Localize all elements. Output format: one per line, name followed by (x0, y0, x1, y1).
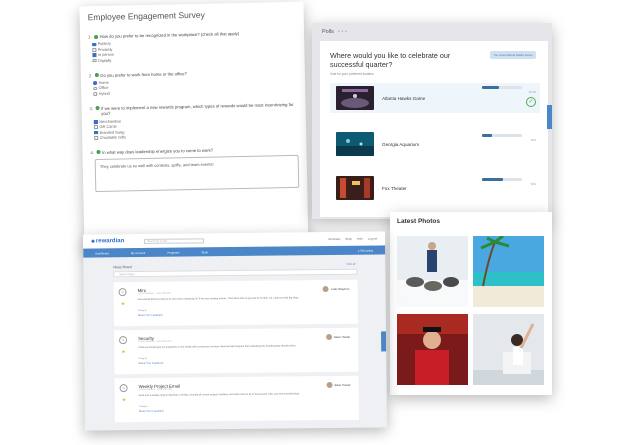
dots-icon: • • • (337, 29, 347, 35)
idea-author: Steve Theriap (326, 381, 351, 389)
nav-item[interactable]: Shop (201, 250, 208, 254)
theater-photo (336, 176, 374, 200)
idea-category: Category (137, 309, 147, 313)
polls-card: Polls • • • Where would you like to celeb… (312, 23, 552, 219)
idea-author: Justin Strayhorn (322, 286, 350, 293)
poll-panel: Where would you like to celebrate our su… (320, 41, 548, 217)
poll-percent: 25% (530, 139, 536, 142)
header-link[interactable]: Shop (345, 237, 352, 241)
idea-body: How should Eli know what to do next sinc… (137, 296, 300, 302)
poll-bar-fill (482, 134, 492, 137)
sled-dogs-photo[interactable] (397, 236, 468, 307)
idea-card[interactable]: ? ★ Security 3 Good Question · June 14th… (113, 327, 359, 375)
idea-meta: 1 Good Question · June 14th 2022 (138, 388, 173, 392)
idea-meta: 1 Good Question · June 14th 2022 (137, 292, 172, 296)
answer-textarea[interactable]: They celebrate us so well with contests,… (94, 155, 300, 193)
header-links: Nominate Shop Help Log out (328, 237, 377, 242)
survey-question-4: 4. In what way does leadership energize y… (90, 146, 300, 193)
poll-question: Where would you like to celebrate our su… (330, 51, 451, 69)
beach-photo[interactable] (473, 236, 544, 307)
lightbulb-icon: ? (119, 336, 128, 345)
poll-option[interactable]: Fox Theater 52% (330, 173, 540, 203)
photos-title: Latest Photos (397, 218, 440, 225)
checkmark-icon: ✓ (526, 97, 536, 107)
view-all-link[interactable]: View all (346, 263, 355, 266)
main-nav: Dashboard My Account Programs Shop 1,045… (83, 245, 386, 258)
idea-card[interactable]: ? ★ Weekly Project Email 1 Good Question… (114, 375, 359, 423)
office-celebration-photo[interactable] (473, 314, 544, 385)
avatar (322, 286, 329, 293)
poll-bar (482, 178, 522, 181)
lightbulb-icon: ? (118, 288, 127, 297)
vote-button[interactable]: You voted Atlanta Hawks Game (490, 51, 536, 59)
survey-question-2: 2. Do you prefer to work from home or the… (89, 68, 297, 96)
poll-option-name: Georgia Aquarium (382, 141, 420, 147)
avatar (325, 333, 332, 341)
header-link[interactable]: Help (357, 237, 363, 241)
survey-question-3: 3. If we were to implement a new rewards … (90, 102, 299, 140)
poll-option-name: Fox Theater (382, 185, 407, 191)
survey-card: Employee Engagement Survey 1. How do you … (79, 1, 309, 253)
poll-subtitle: Vote for your preferred location (330, 72, 374, 76)
latest-photos-card: Latest Photos (390, 212, 552, 395)
share-feedback-link[interactable]: Share Your Feedback (138, 314, 163, 317)
idea-body: Send and a weekly email on Monday or Fri… (138, 392, 300, 398)
share-feedback-link[interactable]: Share Your Feedback (138, 362, 163, 365)
lightbulb-icon: ? (119, 384, 128, 393)
star-icon[interactable]: ★ (121, 301, 126, 307)
idea-category: Category (138, 405, 148, 409)
ideas-board-title: Ideas Board (113, 265, 132, 270)
rewardian-logo-icon: ◆ (91, 238, 95, 245)
header-link[interactable]: Log out (368, 237, 377, 241)
nav-item[interactable]: Programs (167, 250, 179, 254)
poll-bar-fill (482, 86, 499, 89)
idea-body: I think we should give our employees 2 f… (138, 344, 296, 350)
poll-percent: 52% (530, 183, 536, 186)
poll-bar (482, 134, 522, 137)
polls-label: Polls (322, 29, 334, 35)
check-circle-icon (93, 34, 98, 39)
points-balance: 1,045 points (357, 248, 374, 253)
question-text: In what way does leadership energize you… (101, 147, 214, 155)
poll-bar-fill (482, 178, 503, 181)
star-icon[interactable]: ★ (122, 397, 127, 403)
question-text: If we were to implement a new rewards pr… (101, 101, 294, 117)
feedback-side-tab[interactable] (547, 105, 552, 129)
arena-photo (336, 86, 374, 110)
check-circle-icon (95, 106, 100, 111)
graduate-photo[interactable] (397, 314, 468, 385)
avatar (326, 381, 333, 389)
poll-option[interactable]: Georgia Aquarium 25% (330, 129, 540, 159)
idea-meta: 3 Good Question · June 14th 2022 (138, 340, 172, 344)
share-feedback-link[interactable]: Share Your Feedback (139, 410, 164, 413)
check-circle-icon (95, 150, 101, 155)
rewardian-logo[interactable]: rewardian (96, 238, 124, 244)
poll-option[interactable]: Atlanta Hawks Game 42.5% ✓ (330, 83, 540, 113)
survey-question-1: 1. How do you prefer to be recognized in … (88, 30, 297, 63)
survey-title: Employee Engagement Survey (87, 9, 205, 23)
poll-option-name: Atlanta Hawks Game (382, 95, 426, 101)
nav-item[interactable]: My Account (131, 250, 146, 254)
rewardian-app-card: ◆ rewardian Search for a user Nominate S… (82, 231, 388, 431)
star-icon[interactable]: ★ (121, 349, 126, 355)
poll-percent: 42.5% (528, 91, 536, 94)
aquarium-photo (336, 132, 374, 156)
idea-category: Category (138, 357, 148, 361)
question-text: How do you prefer to be recognized in th… (99, 31, 240, 39)
search-ideas-input[interactable]: Search ideas (113, 268, 358, 278)
nav-item[interactable]: Dashboard (95, 251, 109, 255)
check-circle-icon (94, 73, 99, 78)
idea-card[interactable]: ? ★ Mini 1 Good Question · June 14th 202… (113, 279, 358, 327)
header-link[interactable]: Nominate (328, 237, 340, 241)
idea-author: Steve Theriap (325, 333, 350, 341)
poll-bar (482, 86, 522, 89)
user-search-input[interactable]: Search for a user (144, 237, 205, 244)
feedback-side-tab[interactable] (381, 331, 387, 352)
question-text: Do you prefer to work from home or the o… (100, 70, 187, 78)
